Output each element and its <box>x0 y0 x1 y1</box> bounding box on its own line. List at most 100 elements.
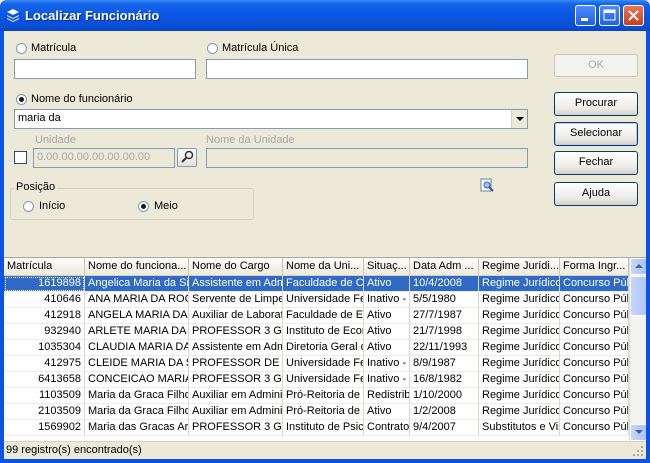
selecionar-button[interactable]: Selecionar <box>554 122 638 146</box>
col-nome-funcionario-header[interactable]: Nome do funciona... <box>85 258 189 276</box>
combo-dropdown-button[interactable] <box>511 110 527 128</box>
matricula-unica-radio[interactable] <box>207 43 218 54</box>
matricula-input[interactable] <box>14 59 196 79</box>
nome-unidade-input[interactable] <box>206 148 528 168</box>
col-data-admissao-cell: 16/8/1982 <box>410 372 479 388</box>
unidade-checkbox[interactable] <box>14 151 27 164</box>
localizar-funcionario-window: Localizar Funcionário Matrícula Matrícul… <box>0 0 650 463</box>
col-forma-ingresso-header[interactable]: Forma Ingr... <box>560 258 629 276</box>
close-button[interactable] <box>623 5 644 26</box>
table-row[interactable]: 410646ANA MARIA DA ROCHAServente de Limp… <box>4 292 629 308</box>
col-regime-juridico-cell: Regime Jurídico <box>479 308 560 324</box>
posicao-inicio-radio[interactable] <box>23 201 34 212</box>
table-row[interactable]: 932940ARLETE MARIA DA SILVAPROFESSOR 3 G… <box>4 324 629 340</box>
table-row[interactable]: 1035304CLAUDIA MARIA DA SILVAAssistente … <box>4 340 629 356</box>
maximize-icon <box>603 9 616 21</box>
col-forma-ingresso-cell: Concurso Público <box>560 388 629 404</box>
ok-button[interactable]: OK <box>554 54 638 77</box>
grid-body[interactable]: 1619898Angelica Maria da SilvaAssistente… <box>4 276 629 441</box>
nome-funcionario-combo[interactable]: maria da <box>14 109 528 129</box>
results-grid[interactable]: Matrícula Nome do funciona... Nome do Carg… <box>4 257 646 441</box>
col-regime-juridico-header[interactable]: Regime Jurídi... <box>479 258 560 276</box>
col-matricula-cell: 1103509 <box>4 388 85 404</box>
chevron-down-icon <box>516 117 524 121</box>
nome-funcionario-radio[interactable] <box>16 94 27 105</box>
col-nome-unidade-cell: Pró-Reitoria de Planejamento <box>283 404 364 420</box>
col-nome-funcionario-cell: CONCEICAO MARIA DA SILVA <box>85 372 189 388</box>
minimize-button[interactable] <box>575 5 596 26</box>
chevron-down-icon <box>635 430 643 434</box>
col-nome-funcionario-cell: Maria da Graca Filho <box>85 404 189 420</box>
resize-grip-icon[interactable] <box>632 445 644 457</box>
col-nome-unidade-cell: Universidade Federal <box>283 372 364 388</box>
minimize-icon <box>581 18 588 21</box>
chevron-up-icon <box>635 264 643 268</box>
title-bar[interactable]: Localizar Funcionário <box>0 0 650 31</box>
col-forma-ingresso-cell: Concurso Público <box>560 276 629 292</box>
col-matricula-cell: 932940 <box>4 324 85 340</box>
col-forma-ingresso-cell: Concurso Público <box>560 372 629 388</box>
matricula-radio[interactable] <box>16 43 27 54</box>
col-nome-funcionario-cell: Angelica Maria da Silva <box>85 276 189 292</box>
magnifier-icon <box>181 150 194 163</box>
unidade-label: Unidade <box>35 134 76 146</box>
col-nome-cargo-cell: Assistente em Administração <box>189 276 283 292</box>
col-nome-funcionario-cell: ANGELA MARIA DA SILVA <box>85 308 189 324</box>
col-nome-unidade-header[interactable]: Nome da Uni... <box>283 258 364 276</box>
col-situacao-cell: Ativo <box>364 276 410 292</box>
table-row[interactable]: 1619898Angelica Maria da SilvaAssistente… <box>4 276 629 292</box>
matricula-unica-label: Matrícula Única <box>222 42 299 54</box>
posicao-meio-radio[interactable] <box>138 201 149 212</box>
fechar-button[interactable]: Fechar <box>554 151 638 175</box>
ajuda-button[interactable]: Ajuda <box>554 182 638 206</box>
col-data-admissao-cell: 5/5/1980 <box>410 292 479 308</box>
col-regime-juridico-cell: Regime Jurídico <box>479 356 560 372</box>
col-regime-juridico-cell: Regime Jurídico <box>479 372 560 388</box>
col-nome-unidade-cell: Universidade Federal <box>283 292 364 308</box>
unidade-input[interactable]: 0.00.00.00.00.00.00.00 <box>33 148 175 168</box>
scroll-up-button[interactable] <box>630 258 646 275</box>
col-matricula-header[interactable]: Matrícula <box>4 258 85 276</box>
vertical-scrollbar[interactable] <box>629 258 646 441</box>
col-situacao-header[interactable]: Situaç... <box>364 258 410 276</box>
col-nome-cargo-cell: Servente de Limpeza <box>189 292 283 308</box>
col-matricula-cell: 1035304 <box>4 340 85 356</box>
scroll-thumb[interactable] <box>630 276 646 316</box>
close-icon <box>628 10 639 21</box>
col-nome-unidade-cell: Universidade Federal <box>283 356 364 372</box>
col-nome-unidade-cell: Instituto de Psicologia <box>283 420 364 436</box>
matricula-label: Matrícula <box>31 42 77 54</box>
table-row[interactable]: 6413658CONCEICAO MARIA DA SILVAPROFESSOR… <box>4 372 629 388</box>
col-nome-cargo-header[interactable]: Nome do Cargo <box>189 258 283 276</box>
nome-funcionario-value: maria da <box>18 112 61 124</box>
col-matricula-cell: 6413658 <box>4 372 85 388</box>
radio-dot <box>19 97 24 102</box>
maximize-button[interactable] <box>599 5 620 26</box>
table-row[interactable]: 1569902Maria das Gracas AraujoPROFESSOR … <box>4 420 629 436</box>
col-data-admissao-header[interactable]: Data Adm ... <box>410 258 479 276</box>
procurar-button[interactable]: Procurar <box>554 92 638 116</box>
table-row[interactable]: 412918ANGELA MARIA DA SILVAAuxiliar de L… <box>4 308 629 324</box>
col-regime-juridico-cell: Regime Jurídico <box>479 388 560 404</box>
table-row[interactable]: 1103509 Maria da Graca Filho Auxiliar em A… <box>4 388 629 404</box>
table-row[interactable]: 412975CLEIDE MARIA DA SILVAPROFESSOR DE … <box>4 356 629 372</box>
radio-dot <box>141 204 146 209</box>
col-situacao-cell: Ativo <box>364 308 410 324</box>
col-matricula-cell: 1569902 <box>4 420 85 436</box>
col-matricula-cell: 2103509 <box>4 404 85 420</box>
preview-icon[interactable] <box>480 178 494 192</box>
col-nome-unidade-cell: Pró-Reitoria de Graduação <box>283 388 364 404</box>
grid-header: Matrícula Nome do funciona... Nome do Carg… <box>4 258 629 276</box>
posicao-legend: Posição <box>14 181 58 193</box>
matricula-unica-input[interactable] <box>206 59 528 79</box>
col-nome-cargo-cell: Auxiliar em Administração <box>189 388 283 404</box>
col-situacao-cell: Ativo <box>364 340 410 356</box>
col-data-admissao-cell: 22/11/1993 <box>410 340 479 356</box>
col-regime-juridico-cell: Regime Jurídico <box>479 404 560 420</box>
col-situacao-cell: Redistribuído <box>364 388 410 404</box>
col-nome-unidade-cell: Diretoria Geral de <box>283 340 364 356</box>
table-row[interactable]: 2103509 Maria da Graca Filho Auxiliar em A… <box>4 404 629 420</box>
unidade-search-button[interactable] <box>177 148 197 167</box>
col-data-admissao-cell: 8/9/1987 <box>410 356 479 372</box>
scroll-down-button[interactable] <box>630 424 646 441</box>
